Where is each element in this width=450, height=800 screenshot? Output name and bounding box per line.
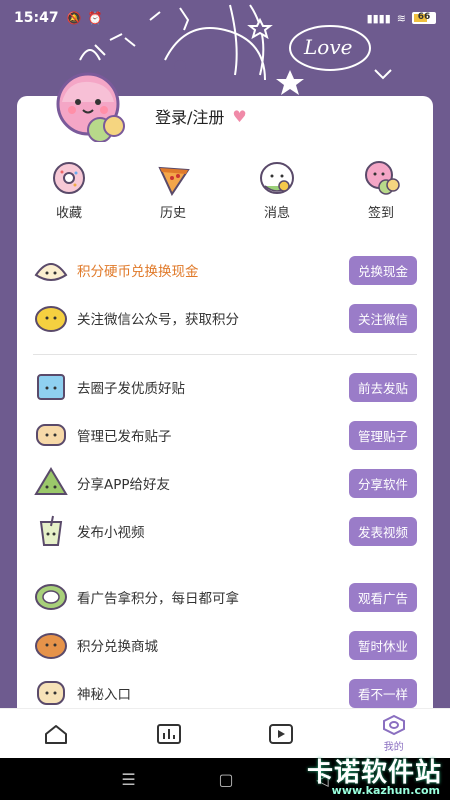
mochi-icon	[365, 161, 400, 195]
exchange-cash-button[interactable]: 兑换现金	[349, 255, 417, 285]
battery-level: 66	[417, 12, 431, 22]
list-item-text: 积分硬币兑换换现金	[77, 264, 199, 280]
pizza-icon	[158, 166, 190, 196]
list-item[interactable]: 分享APP给好友 分享软件	[33, 459, 417, 507]
login-register-link[interactable]: 登录/注册	[155, 104, 224, 128]
nav-video[interactable]	[251, 723, 311, 745]
home-icon	[45, 724, 68, 744]
list-item[interactable]: 去圈子发优质好贴 前去发贴	[33, 363, 417, 411]
list-item-text: 积分兑换商城	[77, 639, 158, 655]
list-item[interactable]: 看广告拿积分，每日都可拿 观看广告	[33, 573, 417, 621]
quick-action-label: 收藏	[55, 206, 82, 221]
bun-icon	[37, 681, 65, 705]
drink-cup-icon	[39, 515, 63, 546]
quick-action-label: 签到	[367, 206, 394, 221]
zongzi-icon	[34, 467, 68, 495]
quick-action-label: 消息	[263, 206, 290, 221]
login-row[interactable]: 登录/注册 ♥	[155, 104, 247, 128]
list-item[interactable]: 积分硬币兑换换现金 兑换现金	[33, 246, 417, 294]
list-item-text: 去圈子发优质好贴	[77, 381, 185, 397]
quick-action-favorites[interactable]: 收藏	[29, 160, 109, 221]
list-item[interactable]: 管理已发布贴子 管理贴子	[33, 411, 417, 459]
heart-icon: ♥	[232, 106, 247, 126]
nav-stats[interactable]	[139, 723, 199, 745]
nav-mine[interactable]: 我的	[364, 714, 424, 753]
nav-home[interactable]	[26, 723, 86, 745]
roll-cake-icon	[35, 584, 67, 610]
go-post-button[interactable]: 前去发贴	[349, 372, 417, 402]
watermark-url: www.kazhun.com	[331, 784, 440, 797]
see-different-button[interactable]: 看不一样	[349, 678, 417, 708]
quick-action-label: 历史	[159, 206, 186, 221]
manage-posts-button[interactable]: 管理贴子	[349, 420, 417, 450]
quick-action-history[interactable]: 历史	[133, 160, 213, 221]
donut-icon	[53, 162, 85, 194]
nav-mine-label: 我的	[383, 742, 404, 753]
list-item-text: 发布小视频	[77, 525, 145, 541]
play-icon	[269, 723, 294, 744]
battery-icon: 66	[412, 12, 436, 24]
rice-ball-icon	[260, 162, 294, 194]
toast-icon	[36, 424, 66, 446]
list-item-text: 分享APP给好友	[77, 477, 171, 493]
list-item[interactable]: 发布小视频 发表视频	[33, 507, 417, 555]
dumpling-icon	[34, 263, 68, 281]
quick-actions: 收藏 历史 消息 签到	[17, 160, 433, 221]
mute-icon: 🔕	[66, 11, 82, 25]
quick-action-messages[interactable]: 消息	[237, 160, 317, 221]
chart-icon	[156, 723, 181, 744]
list-item[interactable]: 积分兑换商城 暂时休业	[33, 621, 417, 669]
list-item[interactable]: 关注微信公众号，获取积分 关注微信	[33, 294, 417, 342]
store-closed-button[interactable]: 暂时休业	[349, 630, 417, 660]
wifi-icon: ≋	[396, 11, 406, 25]
list-item-text: 管理已发布贴子	[77, 429, 172, 445]
home-button-icon[interactable]: ▢	[218, 770, 233, 789]
list-item-text: 神秘入口	[77, 687, 131, 703]
share-app-button[interactable]: 分享软件	[349, 468, 417, 498]
list-item-text: 看广告拿积分，每日都可拿	[77, 591, 239, 607]
status-bar: 15:47 🔕 ⏰ ▮▮▮▮ ≋ 66	[0, 0, 450, 36]
quick-action-checkin[interactable]: 签到	[341, 160, 421, 221]
profile-eye-icon	[382, 714, 405, 736]
menu-icon[interactable]: ☰	[121, 770, 135, 789]
watch-ad-button[interactable]: 观看广告	[349, 582, 417, 612]
egg-tart-icon	[35, 306, 67, 332]
ice-cube-icon	[37, 374, 65, 400]
status-right-icons: ▮▮▮▮ ≋ 66	[367, 12, 436, 25]
section-divider	[33, 354, 417, 355]
list-section-extras: 看广告拿积分，每日都可拿 观看广告 积分兑换商城 暂时休业 神秘入口 看不一样	[33, 573, 417, 717]
bottom-navigation: 我的	[0, 708, 450, 758]
avatar[interactable]	[50, 72, 130, 142]
status-left-icons: 🔕 ⏰	[67, 11, 103, 25]
post-video-button[interactable]: 发表视频	[349, 516, 417, 546]
list-item-text: 关注微信公众号，获取积分	[77, 312, 239, 328]
pancake-icon	[35, 633, 67, 659]
svg-text:Love: Love	[303, 35, 352, 59]
list-section-community: 去圈子发优质好贴 前去发贴 管理已发布贴子 管理贴子 分享APP给好友 分享软件…	[33, 363, 417, 555]
list-section-rewards: 积分硬币兑换换现金 兑换现金 关注微信公众号，获取积分 关注微信	[33, 246, 417, 342]
alarm-icon: ⏰	[87, 11, 103, 25]
follow-wechat-button[interactable]: 关注微信	[349, 303, 417, 333]
signal-icon: ▮▮▮▮	[366, 11, 391, 25]
status-time: 15:47	[14, 10, 59, 26]
